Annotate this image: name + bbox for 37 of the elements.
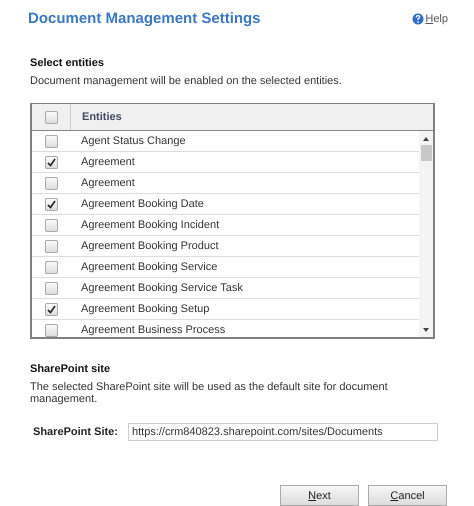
next-button[interactable]: Next — [280, 485, 359, 506]
checkbox[interactable] — [44, 176, 58, 190]
section-heading: Select entities — [30, 57, 105, 69]
section-heading: SharePoint site — [30, 363, 112, 375]
table-cell-text: Agreement Booking Incident — [80, 219, 220, 231]
table-cell-text: Agreement Booking Setup — [80, 303, 210, 315]
checkbox[interactable] — [44, 156, 58, 168]
table-cell-text: Agreement Booking Service Task — [80, 282, 243, 294]
scroll-up-icon[interactable] — [422, 135, 430, 143]
checkbox[interactable] — [44, 218, 58, 232]
field-label: SharePoint Site: — [33, 426, 118, 438]
checkbox[interactable] — [44, 110, 58, 124]
section-description: The selected SharePoint site will be used as the default site for document management. — [30, 381, 389, 405]
sharepoint-site-field[interactable]: https://crm840823.sharepoint.com/sites/Documents — [128, 423, 438, 441]
checkbox[interactable] — [44, 282, 58, 294]
checkbox[interactable] — [44, 302, 58, 316]
checkbox[interactable] — [44, 260, 58, 274]
table-cell-text: Agent Status Change — [80, 135, 186, 147]
cancel-button[interactable]: Cancel — [368, 485, 447, 506]
checkbox[interactable] — [44, 324, 58, 336]
scroll-down-icon[interactable] — [422, 326, 430, 334]
table-cell-text: Agreement Business Process — [80, 324, 226, 336]
help-icon — [412, 12, 424, 24]
table-cell-text: Agreement Booking Date — [80, 198, 204, 210]
checkbox[interactable] — [44, 240, 58, 252]
help-link[interactable]: Help — [412, 12, 448, 24]
checkbox[interactable] — [44, 134, 58, 148]
column-header: Entities — [81, 111, 122, 123]
table-cell-text: Agreement — [80, 177, 135, 189]
table-cell-text: Agreement Booking Product — [80, 240, 219, 252]
dialog-title: Document Management Settings — [28, 10, 261, 27]
checkbox[interactable] — [44, 198, 58, 210]
scroll-thumb[interactable] — [420, 145, 432, 161]
table-cell-text: Agreement — [80, 156, 135, 168]
scrollbar[interactable] — [419, 131, 433, 337]
section-description: Document management will be enabled on the selected entities. — [30, 75, 343, 87]
table-cell-text: Agreement Booking Service — [80, 261, 218, 273]
